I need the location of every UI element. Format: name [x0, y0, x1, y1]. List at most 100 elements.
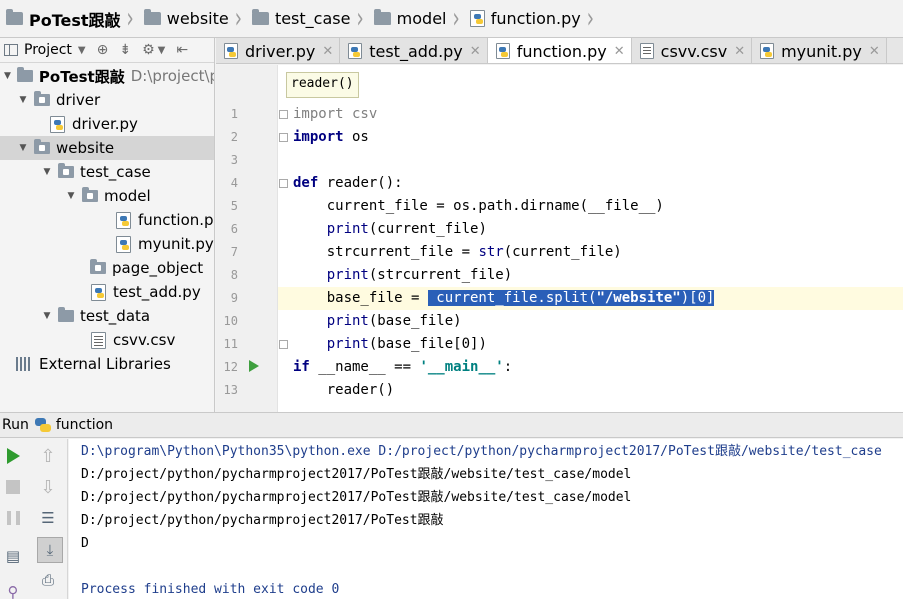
- expand-arrow-icon[interactable]: ▼: [42, 167, 52, 177]
- breadcrumb: PoTest跟敲 › website › test_case › model ›…: [0, 0, 903, 38]
- soft-wrap-button[interactable]: ☰: [37, 507, 59, 529]
- console-line: D:/project/python/pycharmproject2017/PoT…: [81, 490, 632, 505]
- breadcrumb-hint: reader(): [286, 72, 359, 98]
- folder-icon: [34, 139, 50, 154]
- expand-arrow-icon[interactable]: ▼: [66, 191, 76, 201]
- tab-driver-py[interactable]: driver.py ✕: [216, 38, 341, 63]
- tree-item-myunit-py[interactable]: myunit.py: [0, 232, 214, 256]
- run-panel-header: Run function: [0, 412, 903, 438]
- run-gutter-icon[interactable]: [249, 360, 259, 372]
- chevron-down-icon[interactable]: ▼: [158, 45, 166, 56]
- breadcrumb-item-function-py[interactable]: function.py ›: [469, 0, 604, 37]
- scroll-up-button[interactable]: ⇧: [37, 445, 59, 467]
- line-number: 12: [223, 360, 238, 374]
- layout-icon: ▤: [5, 547, 21, 565]
- python-file-icon: [469, 10, 485, 27]
- folder-icon: [16, 67, 33, 82]
- fold-marker-icon[interactable]: [279, 110, 288, 119]
- expand-arrow-icon[interactable]: ▼: [4, 71, 11, 81]
- python-file-icon: [50, 115, 65, 133]
- code-line: current_file = os.path.dirname(__file__): [293, 198, 664, 214]
- stop-button[interactable]: [2, 476, 24, 498]
- library-icon: [16, 357, 32, 371]
- arrow-down-icon: ⇩: [40, 476, 56, 498]
- chevron-down-icon[interactable]: ▼: [78, 45, 86, 56]
- breadcrumb-item-website[interactable]: website ›: [143, 0, 252, 37]
- tree-item-page-object[interactable]: page_object: [0, 256, 214, 280]
- python-file-icon: [91, 283, 106, 301]
- tree-item-test-add-py[interactable]: test_add.py: [0, 280, 214, 304]
- pin-tab-button[interactable]: ⚲: [2, 581, 24, 599]
- code-line: print(base_file[0]): [326, 336, 487, 352]
- console-line: D: [81, 536, 89, 551]
- code-line-current: base_file = current_file.split("/website…: [278, 287, 903, 310]
- close-icon[interactable]: ✕: [869, 44, 880, 59]
- breadcrumb-item-test-case[interactable]: test_case ›: [251, 0, 374, 37]
- collapse-all-icon[interactable]: ⇟: [119, 42, 131, 58]
- folder-icon: [82, 187, 98, 202]
- project-view-icon: [4, 44, 18, 56]
- fold-marker-icon[interactable]: [279, 133, 288, 142]
- breadcrumb-item-model[interactable]: model ›: [373, 0, 470, 37]
- play-icon: [6, 448, 20, 464]
- code-editor[interactable]: 1 2 3 4 5 6 7 8 9 10 11 12 13 reader() i…: [216, 65, 903, 412]
- scroll-to-end-button[interactable]: ⤓: [37, 537, 63, 563]
- breadcrumb-label: website: [166, 9, 229, 28]
- expand-arrow-icon[interactable]: ▼: [42, 311, 52, 321]
- tree-item-website[interactable]: ▼ website: [0, 136, 214, 160]
- code-line: import os: [293, 129, 369, 145]
- tree-item-driver[interactable]: ▼ driver: [0, 88, 214, 112]
- restore-layout-button[interactable]: ▤: [2, 545, 24, 567]
- code-line: strcurrent_file = str(current_file): [293, 244, 622, 260]
- tree-item-test-data[interactable]: ▼ test_data: [0, 304, 214, 328]
- tab-function-py[interactable]: function.py ✕: [487, 38, 632, 63]
- tree-item-label: myunit.py: [138, 235, 214, 253]
- expand-arrow-icon[interactable]: ▼: [18, 95, 28, 105]
- text-selection: current_file.split("/website")[0]: [427, 290, 715, 306]
- run-console-output[interactable]: D:\program\Python\Python35\python.exe D:…: [69, 439, 903, 599]
- console-line: D:/project/python/pycharmproject2017/PoT…: [81, 467, 632, 482]
- pause-button[interactable]: [2, 507, 24, 529]
- tab-myunit-py[interactable]: myunit.py ✕: [752, 38, 887, 63]
- tab-test-add-py[interactable]: test_add.py ✕: [340, 38, 488, 63]
- close-icon[interactable]: ✕: [322, 44, 333, 59]
- close-icon[interactable]: ✕: [614, 44, 625, 59]
- line-number: 13: [223, 383, 238, 397]
- rerun-button[interactable]: [2, 445, 24, 467]
- tree-item-label: driver: [56, 91, 101, 109]
- code-line: reader(): [293, 382, 395, 398]
- scroll-down-button[interactable]: ⇩: [37, 476, 59, 498]
- stop-icon: [6, 480, 20, 494]
- project-view-selector[interactable]: Project: [24, 42, 72, 58]
- breadcrumb-label: PoTest跟敲: [29, 10, 121, 30]
- fold-marker-icon[interactable]: [279, 179, 288, 188]
- fold-marker-icon[interactable]: [279, 340, 288, 349]
- close-icon[interactable]: ✕: [734, 44, 745, 59]
- tree-item-label: website: [56, 139, 115, 157]
- expand-arrow-icon[interactable]: ▼: [18, 143, 28, 153]
- tree-item-driver-py[interactable]: driver.py: [0, 112, 214, 136]
- breadcrumb-item-project[interactable]: PoTest跟敲 ›: [6, 0, 144, 37]
- tree-item-project-root[interactable]: ▼ PoTest跟敲 D:\project\p: [0, 64, 214, 88]
- tree-item-function-py[interactable]: function.py: [0, 208, 214, 232]
- line-number: 7: [230, 245, 238, 259]
- tree-item-external-libraries[interactable]: External Libraries: [0, 352, 214, 376]
- python-file-icon: [348, 43, 363, 59]
- code-line: if __name__ == '__main__':: [293, 359, 513, 375]
- locate-icon[interactable]: ⊕: [97, 42, 109, 58]
- python-file-icon: [116, 235, 131, 253]
- tree-item-model[interactable]: ▼ model: [0, 184, 214, 208]
- chevron-right-icon: ›: [586, 1, 594, 36]
- gear-icon[interactable]: ⚙: [142, 42, 155, 58]
- tree-item-test-case[interactable]: ▼ test_case: [0, 160, 214, 184]
- close-icon[interactable]: ✕: [470, 44, 481, 59]
- tab-label: function.py: [516, 41, 607, 61]
- tab-csvv-csv[interactable]: csvv.csv ✕: [631, 38, 753, 63]
- tree-item-label: test_case: [80, 163, 151, 181]
- print-button[interactable]: ⎙: [37, 569, 59, 591]
- tree-item-label: model: [104, 187, 151, 205]
- run-config-tab[interactable]: function: [56, 417, 113, 433]
- python-file-icon: [224, 43, 238, 59]
- tree-item-csvv-csv[interactable]: csvv.csv: [0, 328, 214, 352]
- hide-panel-icon[interactable]: ⇤: [176, 42, 188, 58]
